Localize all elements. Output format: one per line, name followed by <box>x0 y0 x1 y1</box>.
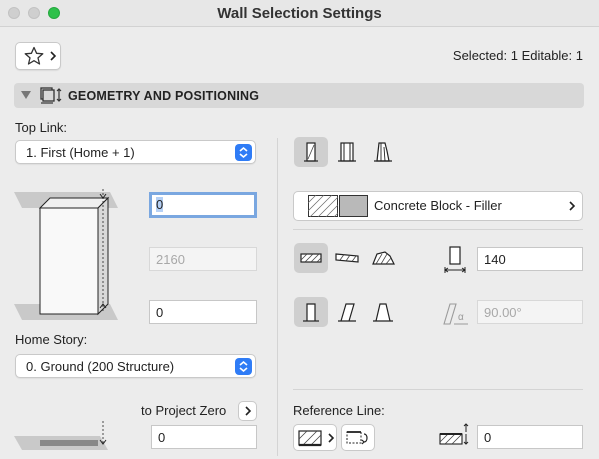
trapezoid-wall-icon <box>335 253 359 263</box>
to-project-zero-label: to Project Zero <box>141 403 227 418</box>
structure-composite-button[interactable] <box>330 137 364 167</box>
reference-line-offset-input[interactable]: 0 <box>477 425 583 449</box>
popup-arrows-icon <box>235 144 252 161</box>
reference-line-offset-icon <box>439 423 469 445</box>
wall-thickness-input[interactable]: 140 <box>477 247 583 271</box>
home-story-label: Home Story: <box>15 332 88 347</box>
window-title: Wall Selection Settings <box>217 5 382 22</box>
structure-profile-button[interactable] <box>366 137 400 167</box>
reference-line-outside-icon <box>298 430 322 447</box>
favorites-button[interactable] <box>15 42 61 70</box>
flip-arrows-icon <box>346 431 368 445</box>
basic-wall-icon <box>304 142 318 162</box>
column-divider <box>277 138 278 456</box>
material-color-swatch <box>339 195 368 217</box>
divider <box>293 229 583 230</box>
double-slanted-wall-icon <box>373 303 393 322</box>
base-level-diagram <box>14 421 108 450</box>
top-link-label: Top Link: <box>15 120 68 135</box>
svg-text:α: α <box>458 312 464 323</box>
slant-double-button[interactable] <box>366 297 400 327</box>
star-icon <box>24 46 44 65</box>
reference-line-label: Reference Line: <box>293 403 385 418</box>
top-link-value: 1. First (Home + 1) <box>26 145 135 160</box>
disclosure-triangle-icon[interactable] <box>20 90 32 100</box>
chevron-right-icon <box>328 433 335 443</box>
complex-profile-icon <box>374 142 392 162</box>
composite-wall-icon <box>338 142 356 162</box>
flip-reference-line-button[interactable] <box>341 424 375 451</box>
chevron-right-icon <box>569 201 576 211</box>
top-offset-input[interactable]: 0 <box>149 192 257 218</box>
straight-wall-icon <box>300 253 322 263</box>
wall-elevation-diagram <box>14 189 118 320</box>
geometry-polygonal-button[interactable] <box>366 243 400 273</box>
home-story-value: 0. Ground (200 Structure) <box>26 359 175 374</box>
wall-height-input[interactable]: 2160 <box>149 247 257 271</box>
slant-single-button[interactable] <box>330 297 364 327</box>
building-material-button[interactable]: Concrete Block - Filler <box>293 191 583 221</box>
geometry-trapezoid-button[interactable] <box>330 243 364 273</box>
wall-thickness-icon <box>444 246 466 273</box>
polygonal-wall-icon <box>372 251 395 265</box>
slanted-wall-icon <box>338 303 356 322</box>
project-zero-input[interactable]: 0 <box>151 425 257 449</box>
material-name: Concrete Block - Filler <box>374 198 502 213</box>
slant-angle-icon: α <box>443 303 468 325</box>
selection-status: Selected: 1 Editable: 1 <box>452 48 583 63</box>
reference-line-position-button[interactable] <box>293 424 337 451</box>
popup-arrows-icon <box>235 358 252 375</box>
bottom-offset-input[interactable]: 0 <box>149 300 257 324</box>
reference-level-menu-button[interactable] <box>238 401 257 421</box>
home-story-select[interactable]: 0. Ground (200 Structure) <box>15 354 256 378</box>
geometry-straight-button[interactable] <box>294 243 328 273</box>
hatch-pattern-swatch <box>308 195 338 217</box>
slant-vertical-button[interactable] <box>294 297 328 327</box>
structure-basic-button[interactable] <box>294 137 328 167</box>
geometry-positioning-icon <box>40 87 62 104</box>
slant-angle-input[interactable]: 90.00° <box>477 300 583 324</box>
section-title: GEOMETRY AND POSITIONING <box>68 89 260 103</box>
top-link-select[interactable]: 1. First (Home + 1) <box>15 140 256 164</box>
chevron-right-icon <box>245 406 252 416</box>
vertical-wall-icon <box>303 303 319 322</box>
chevron-right-icon <box>50 51 57 61</box>
divider <box>293 389 583 390</box>
